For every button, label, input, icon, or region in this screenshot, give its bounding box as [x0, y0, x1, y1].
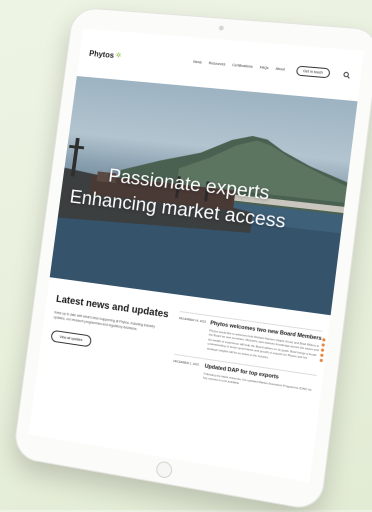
article-date: DECEMBER 14, 2023: [178, 315, 207, 324]
camera-dot: [218, 25, 225, 31]
logo-mark-icon: ✲: [115, 52, 122, 60]
nav-item-news[interactable]: News: [193, 60, 202, 65]
home-button[interactable]: [155, 460, 174, 480]
nav-item-faqs[interactable]: FAQs: [259, 65, 268, 70]
tablet-frame: Phytos ✲ News Resources Certifications F…: [12, 6, 372, 512]
hero-banner: Passionate experts Enhancing market acce…: [49, 76, 358, 316]
website-screen: Phytos ✲ News Resources Certifications F…: [28, 28, 364, 483]
tablet-device: Phytos ✲ News Resources Certifications F…: [12, 6, 372, 512]
view-all-updates-button[interactable]: View all updates: [50, 329, 92, 348]
nav-item-certifications[interactable]: Certifications: [232, 63, 253, 69]
get-in-touch-button[interactable]: Get in touch: [295, 65, 331, 79]
nav-item-resources[interactable]: Resources: [208, 61, 225, 66]
nav-links: News Resources Certifications FAQs About…: [193, 57, 352, 80]
news-list: DECEMBER 14, 2023 Phytos welcomes two ne…: [170, 311, 326, 406]
site-logo[interactable]: Phytos ✲: [89, 49, 122, 60]
logo-text: Phytos: [88, 48, 115, 60]
news-intro: Latest news and updates Keep up to date …: [50, 294, 169, 358]
search-icon[interactable]: [343, 71, 351, 79]
nav-item-about[interactable]: About: [275, 67, 285, 72]
article-date: DECEMBER 1, 2023: [173, 358, 200, 367]
